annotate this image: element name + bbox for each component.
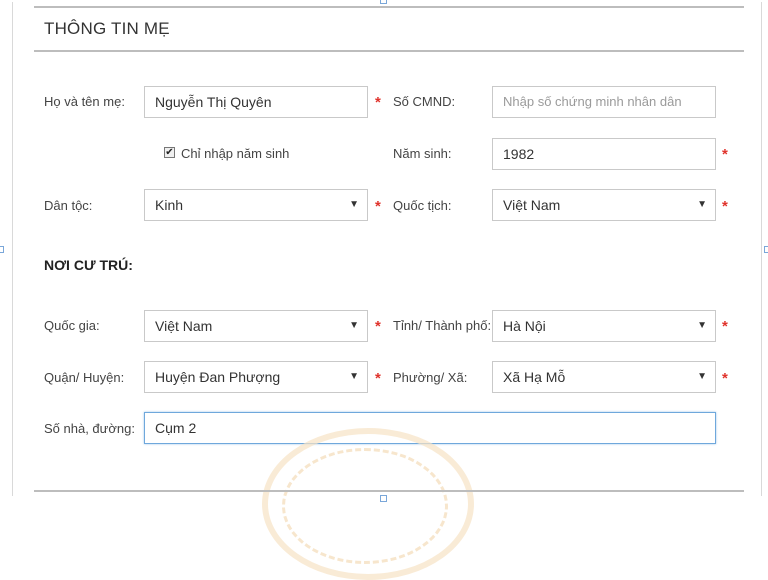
ethnicity-value: Kinh <box>155 197 184 213</box>
ward-label: Phường/ Xã: <box>393 370 468 385</box>
resize-handle-left[interactable] <box>0 246 4 253</box>
chevron-down-icon: ▼ <box>349 320 359 331</box>
street-label: Số nhà, đường: <box>44 421 135 436</box>
nationality-select[interactable]: Việt Nam ▼ <box>492 189 716 221</box>
ethnicity-select[interactable]: Kinh ▼ <box>144 189 368 221</box>
section-title: THÔNG TIN MẸ <box>44 19 170 38</box>
birth-year-label: Năm sinh: <box>393 146 452 161</box>
mother-name-input[interactable]: Nguyễn Thị Quyên <box>144 86 368 118</box>
district-value: Huyện Đan Phượng <box>155 369 281 385</box>
residence-section-title: NƠI CƯ TRÚ: <box>44 257 133 273</box>
section-divider <box>34 490 744 492</box>
nationality-value: Việt Nam <box>503 197 561 213</box>
province-select[interactable]: Hà Nội ▼ <box>492 310 716 342</box>
required-mark: * <box>375 318 381 335</box>
id-number-label: Số CMND: <box>393 94 456 109</box>
nationality-label: Quốc tịch: <box>393 198 452 213</box>
required-mark: * <box>375 370 381 387</box>
province-value: Hà Nội <box>503 318 546 334</box>
required-mark: * <box>375 198 381 215</box>
section-header: THÔNG TIN MẸ <box>34 6 744 52</box>
required-mark: * <box>375 94 381 111</box>
chevron-down-icon: ▼ <box>349 371 359 382</box>
required-mark: * <box>722 318 728 335</box>
year-only-label: Chỉ nhập năm sinh <box>181 146 290 161</box>
ethnicity-label: Dân tộc: <box>44 198 93 213</box>
resize-handle-top[interactable] <box>380 0 387 4</box>
required-mark: * <box>722 198 728 215</box>
year-only-checkbox[interactable]: ✔ <box>164 147 175 158</box>
chevron-down-icon: ▼ <box>349 199 359 210</box>
seal-watermark-inner <box>282 448 448 564</box>
resize-handle-right[interactable] <box>764 246 768 253</box>
id-number-input[interactable]: Nhập số chứng minh nhân dân <box>492 86 716 118</box>
mother-name-label: Họ và tên mẹ: <box>44 94 125 109</box>
province-label: Tỉnh/ Thành phố: <box>393 318 492 333</box>
district-label: Quận/ Huyện: <box>44 370 125 385</box>
required-mark: * <box>722 146 728 163</box>
chevron-down-icon: ▼ <box>697 199 707 210</box>
ward-select[interactable]: Xã Hạ Mỗ ▼ <box>492 361 716 393</box>
birth-year-input[interactable]: 1982 <box>492 138 716 170</box>
country-label: Quốc gia: <box>44 318 100 333</box>
chevron-down-icon: ▼ <box>697 371 707 382</box>
required-mark: * <box>722 370 728 387</box>
street-input[interactable]: Cụm 2 <box>144 412 716 444</box>
district-select[interactable]: Huyện Đan Phượng ▼ <box>144 361 368 393</box>
ward-value: Xã Hạ Mỗ <box>503 369 566 385</box>
country-value: Việt Nam <box>155 318 213 334</box>
country-select[interactable]: Việt Nam ▼ <box>144 310 368 342</box>
chevron-down-icon: ▼ <box>697 320 707 331</box>
